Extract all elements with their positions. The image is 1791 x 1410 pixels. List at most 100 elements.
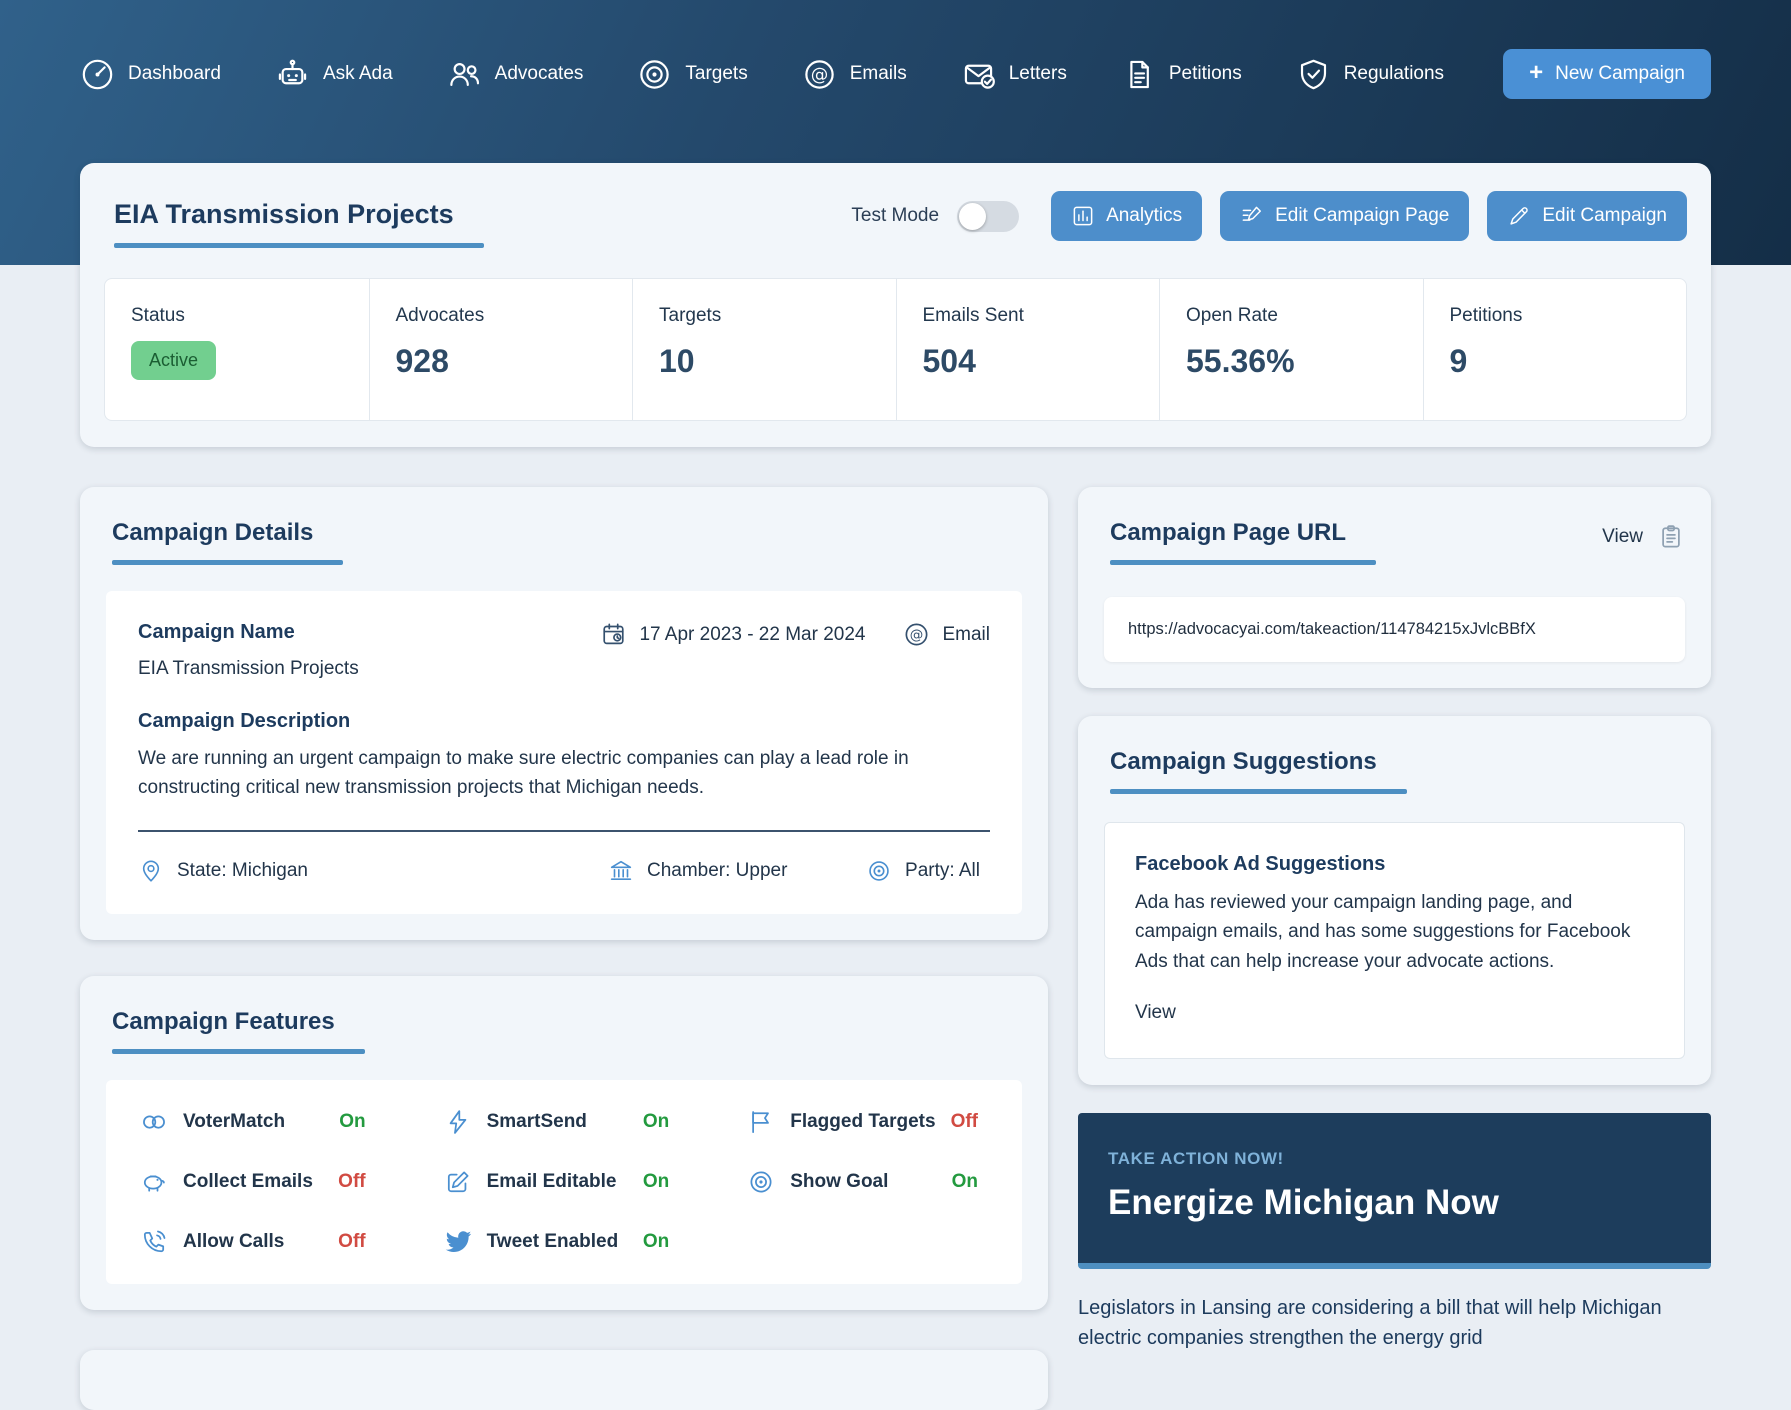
test-mode-toggle[interactable] bbox=[957, 201, 1019, 232]
edit-campaign-label: Edit Campaign bbox=[1542, 205, 1667, 227]
take-action-body: Legislators in Lansing are considering a… bbox=[1078, 1293, 1711, 1353]
feature-smartsend: SmartSend On bbox=[410, 1092, 714, 1152]
feature-empty-cell bbox=[713, 1212, 1022, 1272]
suggestion-view-link[interactable]: View bbox=[1135, 1002, 1176, 1024]
edit-campaign-page-button[interactable]: Edit Campaign Page bbox=[1220, 191, 1469, 241]
feature-label: SmartSend bbox=[487, 1111, 587, 1133]
date-range-chip: 17 Apr 2023 - 22 Mar 2024 bbox=[600, 621, 865, 648]
campaign-page-url-title: Campaign Page URL bbox=[1110, 519, 1346, 565]
feature-show-goal: Show Goal On bbox=[713, 1152, 1022, 1212]
stat-label: Advocates bbox=[396, 305, 607, 327]
bar-chart-icon bbox=[1071, 204, 1095, 228]
nav-item-regulations[interactable]: Regulations bbox=[1296, 57, 1444, 92]
status-badge: Active bbox=[131, 341, 216, 380]
channel-chip: @ Email bbox=[903, 621, 990, 648]
stat-targets: Targets 10 bbox=[632, 279, 896, 420]
edit-square-icon bbox=[444, 1168, 472, 1196]
campaign-features-title: Campaign Features bbox=[112, 1008, 335, 1054]
feature-state: Off bbox=[951, 1111, 978, 1133]
nav-item-ask-ada[interactable]: Ask Ada bbox=[275, 57, 393, 92]
nav-label: Emails bbox=[850, 63, 907, 85]
stat-value: 9 bbox=[1450, 343, 1661, 380]
feature-email-editable: Email Editable On bbox=[410, 1152, 714, 1212]
feature-collect-emails: Collect Emails Off bbox=[106, 1152, 410, 1212]
feature-state: On bbox=[339, 1111, 365, 1133]
envelope-check-icon bbox=[961, 57, 996, 92]
rings-icon bbox=[140, 1108, 168, 1136]
feature-state: Off bbox=[338, 1231, 365, 1253]
take-action-banner: TAKE ACTION NOW! Energize Michigan Now bbox=[1078, 1113, 1711, 1269]
top-nav: Dashboard Ask Ada Advocates Targets @ Em… bbox=[0, 0, 1791, 148]
feature-state: On bbox=[643, 1111, 669, 1133]
bullseye-icon bbox=[866, 858, 892, 884]
url-view-link[interactable]: View bbox=[1602, 526, 1643, 548]
nav-item-advocates[interactable]: Advocates bbox=[447, 57, 584, 92]
feature-label: Flagged Targets bbox=[790, 1111, 935, 1133]
stat-value: 928 bbox=[396, 343, 607, 380]
nav-label: Dashboard bbox=[128, 63, 221, 85]
feature-votermatch: VoterMatch On bbox=[106, 1092, 410, 1152]
calendar-icon bbox=[600, 621, 627, 648]
campaign-url-value[interactable]: https://advocacyai.com/takeaction/114784… bbox=[1104, 597, 1685, 662]
campaign-description-label: Campaign Description bbox=[138, 710, 990, 733]
channel-value: Email bbox=[942, 624, 990, 646]
campaign-suggestions-card: Campaign Suggestions Facebook Ad Suggest… bbox=[1078, 716, 1711, 1085]
feature-tweet-enabled: Tweet Enabled On bbox=[410, 1212, 714, 1272]
clipboard-icon[interactable] bbox=[1657, 523, 1685, 551]
nav-label: Targets bbox=[685, 63, 747, 85]
stat-label: Open Rate bbox=[1186, 305, 1397, 327]
at-icon: @ bbox=[903, 621, 930, 648]
feature-state: On bbox=[643, 1231, 669, 1253]
nav-item-dashboard[interactable]: Dashboard bbox=[80, 57, 221, 92]
next-card-sliver bbox=[80, 1350, 1048, 1410]
nav-label: Regulations bbox=[1344, 63, 1444, 85]
suggestion-body: Ada has reviewed your campaign landing p… bbox=[1135, 888, 1654, 976]
map-pin-icon bbox=[138, 858, 164, 884]
toggle-knob bbox=[959, 203, 986, 230]
feature-allow-calls: Allow Calls Off bbox=[106, 1212, 410, 1272]
feature-label: Show Goal bbox=[790, 1171, 888, 1193]
target-icon bbox=[637, 57, 672, 92]
campaign-header-card: EIA Transmission Projects Test Mode Anal… bbox=[80, 163, 1711, 447]
analytics-label: Analytics bbox=[1106, 205, 1182, 227]
stat-label: Status bbox=[131, 305, 343, 327]
twitter-icon bbox=[444, 1228, 472, 1256]
nav-item-letters[interactable]: Letters bbox=[961, 57, 1067, 92]
campaign-features-card: Campaign Features VoterMatch On SmartSen… bbox=[80, 976, 1048, 1310]
stat-value: 10 bbox=[659, 343, 870, 380]
campaign-details-body: Campaign Name EIA Transmission Projects … bbox=[106, 591, 1022, 914]
stat-value: 504 bbox=[923, 343, 1134, 380]
nav-item-petitions[interactable]: Petitions bbox=[1121, 57, 1242, 92]
pen-icon bbox=[1507, 204, 1531, 228]
party-value: Party: All bbox=[905, 860, 980, 882]
nav-label: Ask Ada bbox=[323, 63, 393, 85]
details-divider bbox=[138, 830, 990, 832]
stat-label: Emails Sent bbox=[923, 305, 1134, 327]
gauge-icon bbox=[80, 57, 115, 92]
stat-advocates: Advocates 928 bbox=[369, 279, 633, 420]
campaign-details-title: Campaign Details bbox=[112, 519, 313, 565]
edit-campaign-button[interactable]: Edit Campaign bbox=[1487, 191, 1687, 241]
campaign-name-value: EIA Transmission Projects bbox=[138, 658, 359, 680]
campaign-page-url-card: Campaign Page URL View https://advocacya… bbox=[1078, 487, 1711, 688]
people-icon bbox=[447, 57, 482, 92]
bolt-icon bbox=[444, 1108, 472, 1136]
stat-open-rate: Open Rate 55.36% bbox=[1159, 279, 1423, 420]
analytics-button[interactable]: Analytics bbox=[1051, 191, 1202, 241]
nav-items: Dashboard Ask Ada Advocates Targets @ Em… bbox=[80, 57, 1444, 92]
feature-label: Tweet Enabled bbox=[487, 1231, 619, 1253]
state-value: State: Michigan bbox=[177, 860, 308, 882]
nav-item-emails[interactable]: @ Emails bbox=[802, 57, 907, 92]
shield-check-icon bbox=[1296, 57, 1331, 92]
new-campaign-label: New Campaign bbox=[1555, 63, 1685, 85]
page-title: EIA Transmission Projects bbox=[114, 199, 454, 248]
new-campaign-button[interactable]: + New Campaign bbox=[1503, 49, 1711, 99]
edit-campaign-page-label: Edit Campaign Page bbox=[1275, 205, 1449, 227]
feature-label: Email Editable bbox=[487, 1171, 617, 1193]
take-action-kicker: TAKE ACTION NOW! bbox=[1108, 1149, 1681, 1169]
flag-icon bbox=[747, 1108, 775, 1136]
nav-label: Letters bbox=[1009, 63, 1067, 85]
phone-waves-icon bbox=[140, 1228, 168, 1256]
nav-item-targets[interactable]: Targets bbox=[637, 57, 747, 92]
feature-state: On bbox=[643, 1171, 669, 1193]
